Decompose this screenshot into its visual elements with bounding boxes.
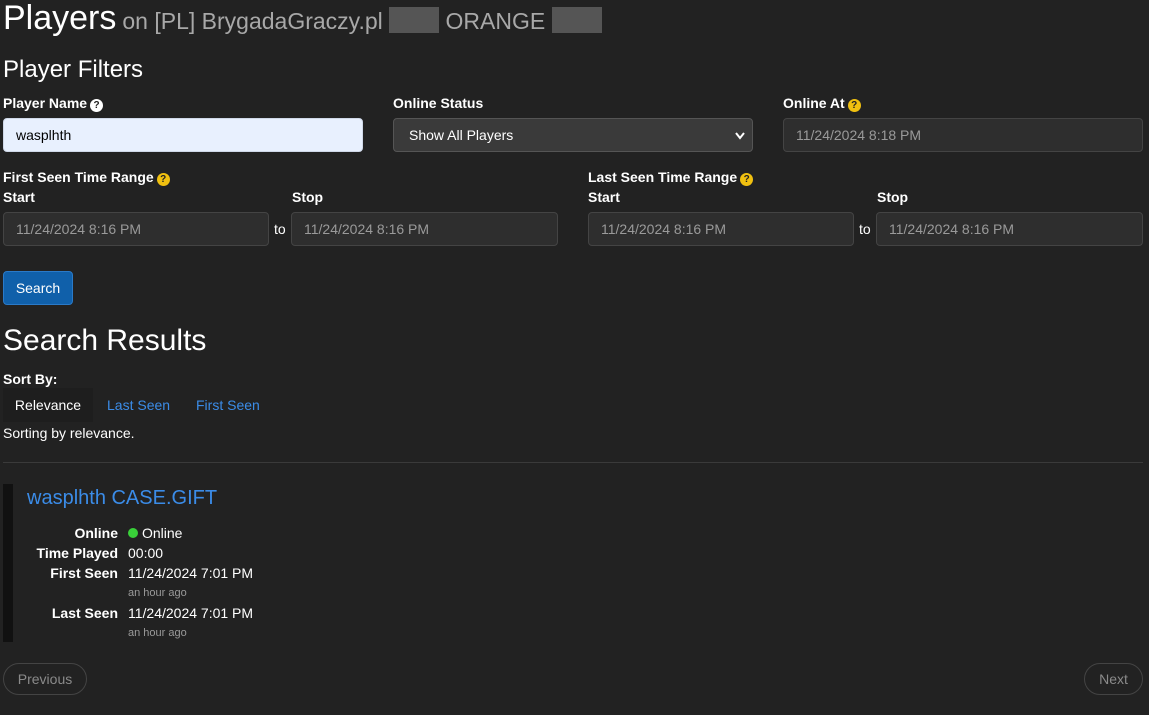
last-seen-start-input[interactable]: 11/24/2024 8:16 PM <box>588 212 854 246</box>
sort-tab-relevance[interactable]: Relevance <box>3 388 93 422</box>
help-icon[interactable]: ? <box>847 99 861 112</box>
next-button[interactable]: Next <box>1084 663 1143 695</box>
last-seen-range-label-text: Last Seen Time Range <box>588 169 738 185</box>
last-seen-relative: an hour ago <box>128 627 187 639</box>
server-name: on [PL] BrygadaGraczy.pl ORANGE <box>122 7 602 34</box>
online-at-input[interactable]: 11/24/2024 8:18 PM <box>783 118 1143 152</box>
online-term: Online <box>74 525 118 541</box>
player-name-link[interactable]: wasplhth CASE.GIFT <box>27 487 217 509</box>
first-seen-term: First Seen <box>50 565 118 581</box>
last-seen-term: Last Seen <box>51 605 118 621</box>
search-button[interactable]: Search <box>3 271 73 305</box>
help-icon[interactable]: ? <box>90 99 104 112</box>
last-seen-stop-label: Stop <box>877 189 909 205</box>
online-at-label: Online At? <box>783 95 861 112</box>
sort-status: Sorting by relevance. <box>3 425 135 441</box>
divider <box>3 462 1143 463</box>
redacted-block <box>551 7 602 33</box>
player-name-input[interactable]: wasplhth <box>3 118 363 152</box>
online-status-value: Show All Players <box>409 127 514 143</box>
previous-button[interactable]: Previous <box>3 663 87 695</box>
sort-by-label: Sort By: <box>3 371 58 387</box>
first-seen-value: 11/24/2024 7:01 PM <box>128 565 254 581</box>
first-seen-relative: an hour ago <box>128 587 187 599</box>
player-name-label-text: Player Name <box>3 95 88 111</box>
first-seen-range-label: First Seen Time Range? <box>3 169 170 186</box>
filters-title: Player Filters <box>3 56 144 83</box>
first-seen-separator: to <box>274 221 286 237</box>
help-icon[interactable]: ? <box>156 173 170 186</box>
online-status-text: Online <box>142 525 183 541</box>
time-played-value: 00:00 <box>128 545 164 561</box>
first-seen-range-label-text: First Seen Time Range <box>3 169 154 185</box>
last-seen-separator: to <box>859 221 871 237</box>
results-title: Search Results <box>3 324 207 357</box>
online-indicator-icon <box>128 528 138 538</box>
first-seen-stop-input[interactable]: 11/24/2024 8:16 PM <box>291 212 558 246</box>
first-seen-stop-label: Stop <box>292 189 324 205</box>
time-played-term: Time Played <box>36 545 118 561</box>
first-seen-start-label: Start <box>3 189 35 205</box>
sort-tab-first-seen[interactable]: First Seen <box>196 397 260 413</box>
sort-tab-last-seen[interactable]: Last Seen <box>107 397 170 413</box>
last-seen-value: 11/24/2024 7:01 PM <box>128 605 254 621</box>
page-title: Players on [PL] BrygadaGraczy.pl ORANGE <box>3 0 602 41</box>
help-icon[interactable]: ? <box>740 173 754 186</box>
player-name-label: Player Name? <box>3 95 104 112</box>
page-title-text: Players <box>3 0 117 37</box>
online-status-value: Online <box>128 525 182 541</box>
first-seen-start-input[interactable]: 11/24/2024 8:16 PM <box>3 212 269 246</box>
redacted-block <box>389 7 440 33</box>
online-at-label-text: Online At <box>783 95 845 111</box>
last-seen-start-label: Start <box>588 189 620 205</box>
last-seen-range-label: Last Seen Time Range? <box>588 169 754 186</box>
server-name-suffix: ORANGE <box>445 8 546 34</box>
online-status-select[interactable]: Show All Players <box>393 118 753 152</box>
server-name-prefix: on [PL] BrygadaGraczy.pl <box>122 8 383 34</box>
last-seen-stop-input[interactable]: 11/24/2024 8:16 PM <box>876 212 1143 246</box>
online-status-label: Online Status <box>393 95 484 111</box>
chevron-down-icon <box>735 132 745 140</box>
